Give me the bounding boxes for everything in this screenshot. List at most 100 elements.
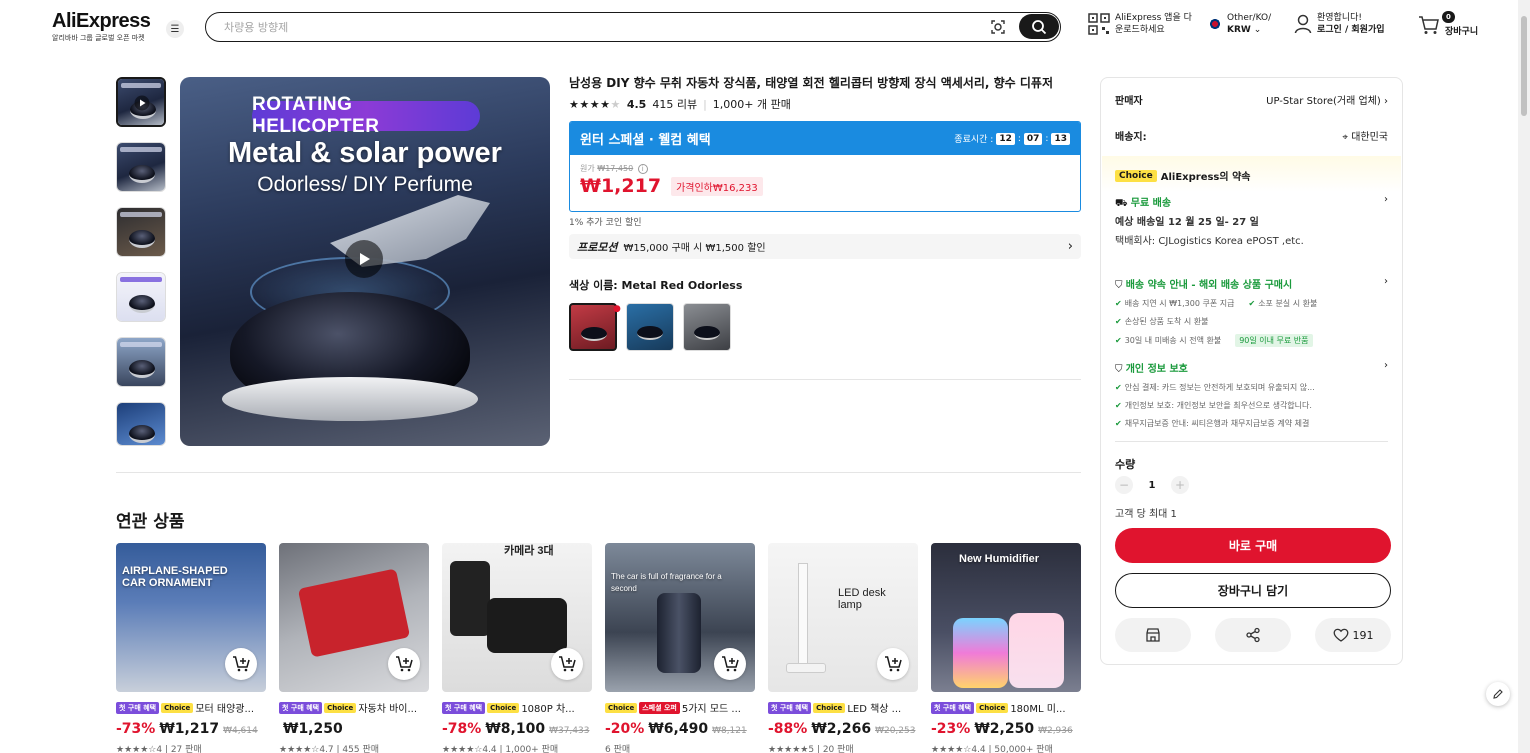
currency-text: KRW — [1227, 25, 1251, 35]
product-card-image[interactable]: LED desk lamp — [768, 543, 918, 692]
shipping-section[interactable]: ⛟ 무료 배송 › 예상 배송일 12 월 25 일- 27 일 택배회사: CJ… — [1115, 194, 1388, 249]
play-icon — [134, 95, 150, 111]
main-product-image[interactable]: ROTATING HELICOPTER Metal & solar power … — [180, 77, 550, 446]
heart-icon — [1333, 628, 1348, 642]
add-to-cart-icon-button[interactable] — [225, 648, 257, 680]
thumbnail-3[interactable] — [116, 207, 166, 257]
delivery-promise-section[interactable]: ⛉ 배송 약속 안내 - 해외 배송 상품 구매시 › ✔ 배송 지연 시 ₩1,3… — [1115, 276, 1388, 347]
search-button[interactable] — [1019, 14, 1059, 39]
product-card[interactable]: AIRPLANE-SHAPED CAR ORNAMENT 첫 구매 혜택 Choi… — [116, 543, 266, 753]
chevron-right-icon: › — [1384, 96, 1388, 107]
product-card-image[interactable]: AIRPLANE-SHAPED CAR ORNAMENT — [116, 543, 266, 692]
hot-fire-icon: ● — [613, 304, 621, 314]
product-card-title: 자동차 바이... — [358, 704, 418, 715]
product-card-image[interactable]: New Humidifier — [931, 543, 1081, 692]
camera-search-icon[interactable] — [989, 18, 1007, 36]
check-icon: ✔ — [1115, 336, 1122, 345]
ship-to-row[interactable]: 배송지: ⌖ 대한민국 — [1115, 128, 1388, 143]
product-card[interactable]: New Humidifier 첫 구매 혜택 Choice 180ML 미... -… — [931, 543, 1081, 753]
product-card[interactable]: 카메라 3대 첫 구매 혜택 Choice 1080P 차... -78% ₩8,10… — [442, 543, 592, 753]
quantity-value[interactable]: 1 — [1147, 480, 1157, 491]
logo-text: AliExpress — [52, 10, 151, 32]
category-menu-button[interactable]: ☰ — [166, 20, 184, 38]
choice-tag: Choice — [605, 702, 638, 713]
quantity-decrease-button[interactable]: − — [1115, 476, 1133, 494]
user-icon — [1294, 14, 1312, 34]
cart-link[interactable]: 0 장바구니 — [1418, 11, 1478, 38]
discount-percent: -78% — [442, 721, 482, 737]
product-card-image[interactable]: The car is full of fragrance for a secon… — [605, 543, 755, 692]
add-to-cart-button[interactable]: 장바구니 담기 — [1115, 573, 1391, 608]
choice-tag: Choice — [487, 702, 520, 713]
original-price: ₩17,450 — [597, 164, 634, 173]
site-header: AliExpress 알리바바 그룹 글로벌 오픈 마켓 ☰ AliExpres… — [0, 0, 1518, 56]
account-menu[interactable]: 환영합니다! 로그인 / 회원가입 — [1294, 12, 1385, 36]
korea-flag-icon — [1208, 17, 1222, 31]
privacy-title: 개인 정보 보호 — [1125, 364, 1188, 375]
page-scrollbar[interactable] — [1518, 0, 1530, 753]
product-card-meta: 6 판매 — [605, 745, 631, 753]
add-to-cart-icon-button[interactable] — [388, 648, 420, 680]
review-count-link[interactable]: 415 리뷰 — [652, 96, 697, 112]
swatch-metal-red[interactable] — [569, 303, 617, 351]
chevron-right-icon: › — [1384, 194, 1388, 205]
add-to-cart-icon-button[interactable] — [714, 648, 746, 680]
check-icon: ✔ — [1115, 419, 1122, 428]
product-card[interactable]: LED desk lamp 첫 구매 혜택 Choice LED 책상 ... -8… — [768, 543, 918, 753]
video-play-button[interactable] — [345, 240, 383, 278]
ship-to-label: 배송지: — [1115, 132, 1147, 143]
store-icon — [1146, 628, 1160, 642]
promotion-text: ₩15,000 구매 시 ₩1,500 할인 — [623, 242, 766, 254]
seller-row[interactable]: 판매자 UP-Star Store(거래 업체) › — [1115, 92, 1388, 107]
info-icon[interactable]: i — [637, 164, 648, 174]
product-card-image[interactable]: 카메라 3대 — [442, 543, 592, 692]
privacy-section[interactable]: ⛉ 개인 정보 보호 › ✔ 안심 결제: 카드 정보는 안전하게 보호되며 유출되… — [1115, 360, 1388, 429]
region-selector[interactable]: Other/KO/ KRW ⌄ — [1208, 12, 1271, 36]
edit-fab-button[interactable] — [1486, 682, 1510, 706]
shield-check-icon: ⛉ — [1115, 364, 1123, 375]
promise-title: AliExpress의 약속 — [1160, 172, 1251, 183]
search-input[interactable] — [224, 18, 964, 36]
menu-icon: ☰ — [170, 23, 180, 35]
quantity-increase-button[interactable]: + — [1171, 476, 1189, 494]
share-button[interactable] — [1215, 618, 1291, 652]
app-download-link[interactable]: AliExpress 앱을 다운로드하세요 — [1088, 12, 1195, 36]
thumbnail-2[interactable] — [116, 142, 166, 192]
discount-percent: -20% — [605, 721, 645, 737]
chevron-right-icon: › — [1067, 239, 1073, 254]
timer-label: 종료시간 : — [954, 135, 994, 145]
wishlist-button[interactable]: 191 — [1315, 618, 1391, 652]
search-bar — [205, 12, 1061, 42]
thumbnail-6[interactable] — [116, 402, 166, 446]
scrollbar-thumb[interactable] — [1521, 16, 1527, 116]
store-button[interactable] — [1115, 618, 1191, 652]
product-card[interactable]: 첫 구매 혜택 Choice 자동차 바이... ₩1,250 ★★★★☆4.7 |… — [279, 543, 429, 753]
promise-item: 소포 분실 시 환불 — [1258, 299, 1318, 308]
swatch-blue[interactable] — [626, 303, 674, 351]
card-image-text: The car is full of fragrance for a secon… — [611, 572, 722, 593]
swatch-gray[interactable] — [683, 303, 731, 351]
thumbnail-1[interactable] — [116, 77, 166, 127]
truck-icon: ⛟ — [1115, 198, 1128, 209]
product-card-title: LED 책상 ... — [847, 704, 902, 715]
timer-seconds: 13 — [1051, 132, 1070, 145]
add-to-cart-icon-button[interactable] — [877, 648, 909, 680]
play-icon — [360, 253, 370, 265]
buy-now-button[interactable]: 바로 구매 — [1115, 528, 1391, 563]
thumbnail-5[interactable] — [116, 337, 166, 387]
add-to-cart-icon-button[interactable] — [551, 648, 583, 680]
product-card[interactable]: The car is full of fragrance for a secon… — [605, 543, 755, 753]
aliexpress-logo[interactable]: AliExpress 알리바바 그룹 글로벌 오픈 마켓 — [52, 10, 162, 43]
promise-item: 30일 내 미배송 시 전액 환불 — [1124, 336, 1222, 345]
product-card-meta: ★★★★☆4.4 | 50,000+ 판매 — [931, 745, 1053, 753]
related-products-grid: AIRPLANE-SHAPED CAR ORNAMENT 첫 구매 혜택 Choi… — [116, 543, 1081, 753]
region-text: Other/KO/ — [1227, 13, 1272, 23]
promotion-row[interactable]: 프로모션 ₩15,000 구매 시 ₩1,500 할인 › — [569, 234, 1081, 259]
product-title: 남성용 DIY 향수 무취 자동차 장식품, 태양열 회전 헬리콥터 방향제 장… — [569, 76, 1053, 90]
thumbnail-4[interactable] — [116, 272, 166, 322]
chevron-right-icon: › — [1384, 276, 1388, 287]
deal-box: 윈터 스페셜 · 웰컴 혜택 종료시간 : 12: 07: 13 원가 ₩17,… — [569, 121, 1081, 212]
product-card-image[interactable] — [279, 543, 429, 692]
product-card-title: 180ML 미... — [1010, 704, 1066, 715]
rating-score: 4.5 — [626, 97, 647, 111]
